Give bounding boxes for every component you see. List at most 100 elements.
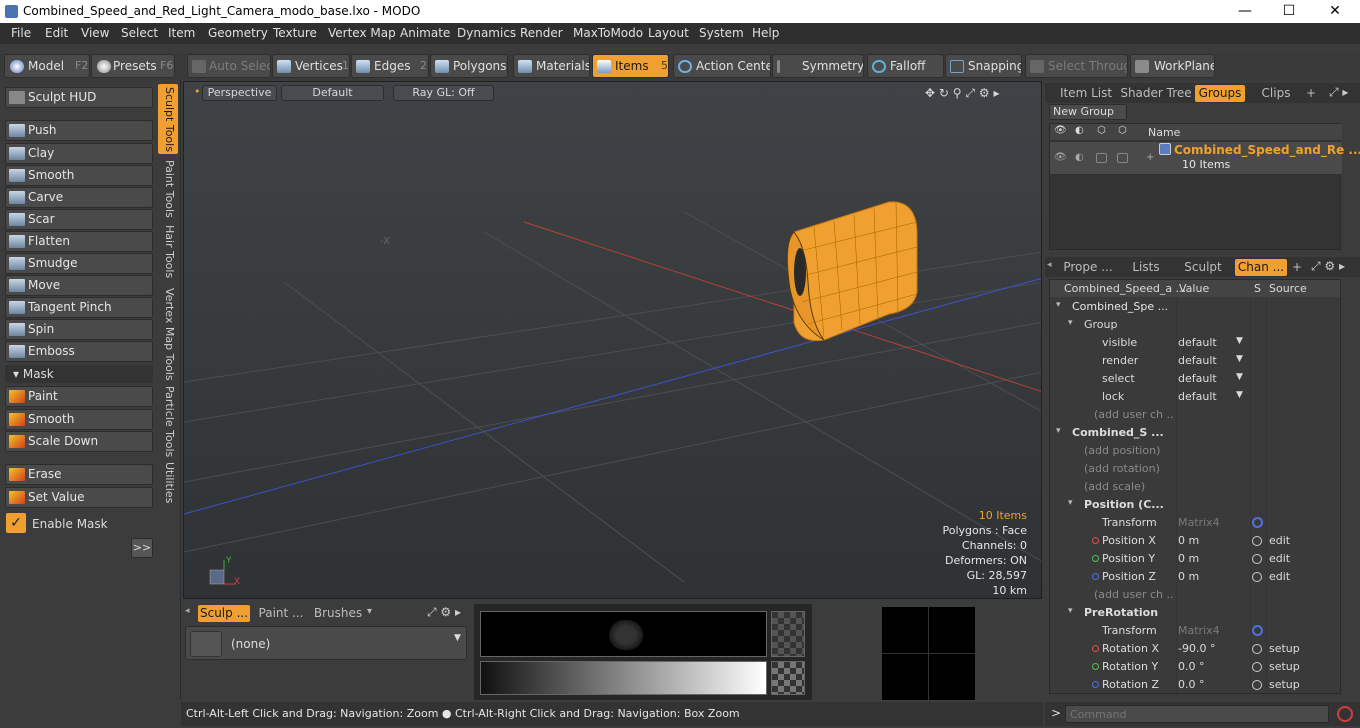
tool-push[interactable]: Push [5, 120, 153, 141]
value-dropdown-icon[interactable]: ▼ [1236, 336, 1243, 346]
menu-select[interactable]: Select [121, 26, 158, 40]
channel-value[interactable]: 0.0 ° [1178, 678, 1248, 691]
tab-particle-tools[interactable]: Particle Tools [158, 386, 178, 458]
tab-groups[interactable]: Groups [1195, 85, 1245, 102]
menu-view[interactable]: View [81, 26, 109, 40]
tool-scar[interactable]: Scar [5, 209, 153, 230]
model-mode-button[interactable]: Model F2 [4, 54, 90, 78]
expand-more-button[interactable]: >> [131, 538, 153, 558]
view-type-dropdown[interactable]: Perspective [202, 85, 277, 101]
channel-value[interactable]: Matrix4 [1178, 516, 1248, 529]
channel-row[interactable]: ▾ PreRotation [1050, 604, 1340, 622]
keyframe-state-icon[interactable] [1252, 680, 1262, 690]
expand-arrow-icon[interactable]: ▾ [1056, 300, 1061, 310]
presets-button[interactable]: Presets F6 [91, 54, 175, 78]
action-center-button[interactable]: Action Center [673, 54, 771, 78]
menu-maxtomodo[interactable]: MaxToModo [573, 26, 643, 40]
tab-sculpt-presets[interactable]: Sculp ... [198, 605, 250, 622]
workplane-button[interactable]: WorkPlane [1130, 54, 1215, 78]
select-through-button[interactable]: Select Through [1025, 54, 1128, 78]
group-visibility-icon[interactable]: 👁 [1054, 152, 1067, 163]
record-macro-icon[interactable] [1337, 706, 1353, 722]
snapping-button[interactable]: Snapping [945, 54, 1022, 78]
channel-row[interactable]: Rotation Y 0.0 ° setup [1050, 658, 1340, 676]
tab-hair-tools[interactable]: Hair Tools [158, 224, 178, 280]
items-button[interactable]: Items 5 [592, 54, 669, 78]
new-group-button[interactable]: New Group [1049, 104, 1127, 120]
group-render-icon[interactable]: ◐ [1075, 152, 1084, 163]
menu-texture[interactable]: Texture [273, 26, 317, 40]
channel-row[interactable]: (add rotation) [1050, 460, 1340, 478]
channel-row[interactable]: ▾ Group [1050, 316, 1340, 334]
brush-preset-dropdown[interactable]: (none) ▼ [185, 626, 467, 660]
materials-button[interactable]: Materials [513, 54, 590, 78]
keyframe-state-icon[interactable] [1252, 572, 1262, 582]
viewport-settings-icon[interactable]: ⚙ [979, 86, 990, 100]
channel-row[interactable]: (add scale) [1050, 478, 1340, 496]
zoom-icon[interactable]: ⚲ [953, 86, 962, 100]
tab-shader-tree[interactable]: Shader Tree [1119, 85, 1193, 102]
add-tab-button-2[interactable]: + [1289, 259, 1305, 276]
tool-smooth[interactable]: Smooth [5, 165, 153, 186]
tool-flatten[interactable]: Flatten [5, 231, 153, 252]
group-row[interactable]: 👁 ◐ + Combined_Speed_and_Re ... 10 Items [1050, 142, 1360, 174]
add-tab-button[interactable]: + [1303, 85, 1319, 102]
tab-item-list[interactable]: Item List [1057, 85, 1115, 102]
auto-select-button[interactable]: Auto Select [187, 54, 271, 78]
mask-tool-scale-down[interactable]: Scale Down [5, 431, 153, 452]
channel-row[interactable]: Rotation X -90.0 ° setup [1050, 640, 1340, 658]
raygl-toggle[interactable]: Ray GL: Off [393, 85, 494, 101]
channel-row[interactable]: Transform Matrix4 [1050, 514, 1340, 532]
tab-dropdown-icon[interactable]: ▾ [367, 606, 372, 617]
gear-icon[interactable] [1252, 625, 1263, 636]
keyframe-state-icon[interactable] [1252, 554, 1262, 564]
maximize-button[interactable]: ☐ [1266, 0, 1312, 23]
expand-arrow-icon[interactable]: ▾ [1068, 606, 1073, 616]
tab-brushes[interactable]: Brushes [312, 605, 364, 622]
channel-value[interactable]: Matrix4 [1178, 624, 1248, 637]
tool-move[interactable]: Move [5, 275, 153, 296]
menu-system[interactable]: System [699, 26, 744, 40]
pan-icon[interactable]: ✥ [925, 86, 935, 100]
value-dropdown-icon[interactable]: ▼ [1236, 372, 1243, 382]
channel-row[interactable]: select default ▼ [1050, 370, 1340, 388]
sculpt-hud-button[interactable]: Sculpt HUD [5, 87, 153, 108]
tab-vertex-map-tools[interactable]: Vertex Map Tools [158, 286, 178, 382]
panel-tools-icons[interactable]: ⤢ ⚙ ▸ [427, 605, 461, 620]
channel-value[interactable]: -90.0 ° [1178, 642, 1248, 655]
mask-tool-smooth[interactable]: Smooth [5, 409, 153, 430]
keyframe-state-icon[interactable] [1252, 536, 1262, 546]
channel-row[interactable]: Transform Matrix4 [1050, 622, 1340, 640]
group-lock-toggle[interactable] [1096, 153, 1107, 163]
channel-row[interactable]: (add position) [1050, 442, 1340, 460]
expand-arrow-icon[interactable]: ▾ [1056, 426, 1061, 436]
viewport-menu-arrow-icon[interactable]: ▸ [993, 86, 999, 100]
tool-tangent-pinch[interactable]: Tangent Pinch [5, 297, 153, 318]
tab-properties[interactable]: Prope ... [1059, 259, 1117, 276]
menu-dynamics[interactable]: Dynamics [457, 26, 516, 40]
channel-value[interactable]: 0.0 ° [1178, 660, 1248, 673]
menu-item[interactable]: Item [168, 26, 195, 40]
menu-vertex-map[interactable]: Vertex Map [328, 26, 396, 40]
tool-carve[interactable]: Carve [5, 187, 153, 208]
shading-style-dropdown[interactable]: Default [281, 85, 384, 101]
rotate-icon[interactable]: ↻ [939, 86, 949, 100]
channel-row[interactable]: ▾ Combined_S ... [1050, 424, 1340, 442]
outliner-panel-icons[interactable]: ⤢ ▸ [1329, 85, 1348, 100]
channel-row[interactable]: Rotation Z 0.0 ° setup [1050, 676, 1340, 693]
command-input[interactable] [1065, 705, 1329, 723]
menu-edit[interactable]: Edit [45, 26, 68, 40]
tool-clay[interactable]: Clay [5, 143, 153, 164]
channel-row[interactable]: Position X 0 m edit [1050, 532, 1340, 550]
tab-sculpt-tools[interactable]: Sculpt Tools [158, 84, 178, 154]
enable-mask-checkbox[interactable]: ✓ [6, 513, 26, 533]
value-dropdown-icon[interactable]: ▼ [1236, 354, 1243, 364]
channel-row[interactable]: visible default ▼ [1050, 334, 1340, 352]
3d-viewport[interactable]: -X • Perspective Default Ray GL: Off ✥ ↻… [183, 81, 1042, 599]
edges-button[interactable]: Edges 2 [351, 54, 429, 78]
expand-group-icon[interactable]: + [1146, 152, 1154, 163]
channel-row[interactable]: (add user ch ... [1050, 586, 1340, 604]
menu-geometry[interactable]: Geometry [208, 26, 268, 40]
gear-icon[interactable] [1252, 517, 1263, 528]
viewport-nav-icons[interactable]: ✥ ↻ ⚲ ⤢ ⚙ ▸ [925, 86, 999, 101]
